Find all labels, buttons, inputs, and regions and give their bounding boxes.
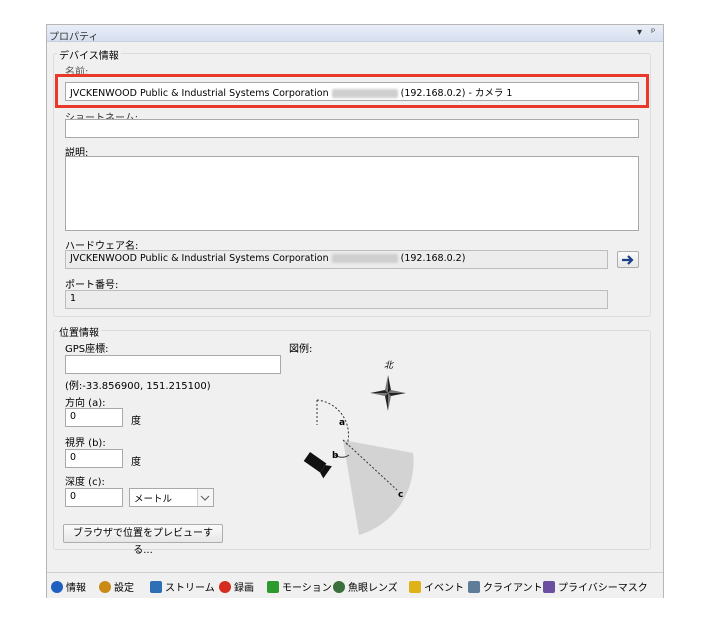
redacted-area	[331, 254, 398, 263]
tab-events[interactable]: イベント	[409, 579, 464, 594]
tab-client[interactable]: クライアント	[468, 579, 543, 594]
hardware-value-suffix: (192.168.0.2)	[400, 253, 466, 264]
name-field-highlight	[55, 74, 649, 108]
panel-title: プロパティ	[49, 32, 99, 43]
legend-c-label: c	[398, 490, 403, 500]
preview-in-browser-button[interactable]: ブラウザで位置をプレビューする...	[63, 524, 223, 556]
port-number-field: 1	[65, 290, 608, 309]
tab-settings[interactable]: 設定	[99, 579, 134, 594]
fisheye-lens-icon	[333, 580, 345, 593]
tab-recording[interactable]: 録画	[219, 579, 254, 594]
field-of-view-wedge	[343, 440, 414, 535]
camera-icon	[303, 452, 332, 479]
tab-motion[interactable]: モーション	[267, 579, 332, 594]
record-icon	[219, 580, 231, 593]
position-info-group-label: 位置情報	[57, 324, 101, 339]
port-number-label: ポート番号:	[65, 280, 119, 291]
legend-north-label: 北	[384, 360, 394, 371]
legend-a-label: a	[339, 418, 345, 428]
info-icon	[51, 580, 63, 593]
stream-icon	[150, 580, 162, 593]
event-lightning-icon	[409, 580, 421, 593]
depth-unit-select[interactable]: メートル	[129, 488, 214, 507]
depth-unit-selected: メートル	[134, 494, 173, 505]
direction-unit: 度	[131, 416, 141, 427]
tab-fisheye-lens[interactable]: 魚眼レンズ	[333, 579, 398, 594]
device-info-group-label: デバイス情報	[57, 47, 121, 62]
fov-label: 視界 (b):	[65, 438, 106, 449]
motion-runner-icon	[267, 580, 279, 593]
depth-label: 深度 (c):	[65, 477, 105, 488]
camera-legend-diagram: 北 a b c	[303, 360, 414, 535]
compass-star-icon	[370, 375, 406, 411]
description-field[interactable]	[65, 156, 639, 231]
fov-unit: 度	[131, 457, 141, 468]
hardware-value-prefix: JVCKENWOOD Public & Industrial Systems C…	[70, 253, 329, 264]
go-to-hardware-button[interactable]	[617, 251, 639, 268]
chevron-down-icon	[197, 489, 213, 506]
settings-gear-icon	[99, 580, 111, 593]
pin-icon[interactable]: ᵖ	[651, 27, 655, 38]
legend-b-label: b	[332, 451, 339, 461]
tab-streams[interactable]: ストリーム	[150, 579, 215, 594]
hardware-name-field: JVCKENWOOD Public & Industrial Systems C…	[65, 250, 608, 269]
properties-panel: プロパティ ▾ ᵖ デバイス情報 名前: JVCKENWOOD Public &…	[46, 24, 664, 598]
gps-example-text: (例:-33.856900, 151.215100)	[65, 381, 211, 392]
privacy-mask-icon	[543, 580, 555, 593]
legend-label: 図例:	[289, 344, 313, 355]
panel-titlebar: プロパティ ▾ ᵖ	[47, 25, 663, 43]
fov-field[interactable]: 0	[65, 449, 123, 468]
direction-label: 方向 (a):	[65, 398, 106, 409]
gps-label: GPS座標:	[65, 344, 109, 355]
arrow-right-icon	[622, 255, 634, 265]
tab-privacy-mask[interactable]: プライバシーマスク	[543, 579, 648, 594]
direction-field[interactable]: 0	[65, 408, 123, 427]
depth-field[interactable]: 0	[65, 488, 123, 507]
dropdown-arrow-icon[interactable]: ▾	[637, 27, 642, 38]
gps-field[interactable]	[65, 355, 281, 374]
tab-info[interactable]: 情報	[51, 579, 86, 594]
properties-tab-strip: 情報 設定 ストリーム 録画 モーション 魚眼レンズ イベント クライアント プ…	[47, 572, 663, 598]
client-monitor-icon	[468, 580, 480, 593]
shortname-field[interactable]	[65, 119, 639, 138]
